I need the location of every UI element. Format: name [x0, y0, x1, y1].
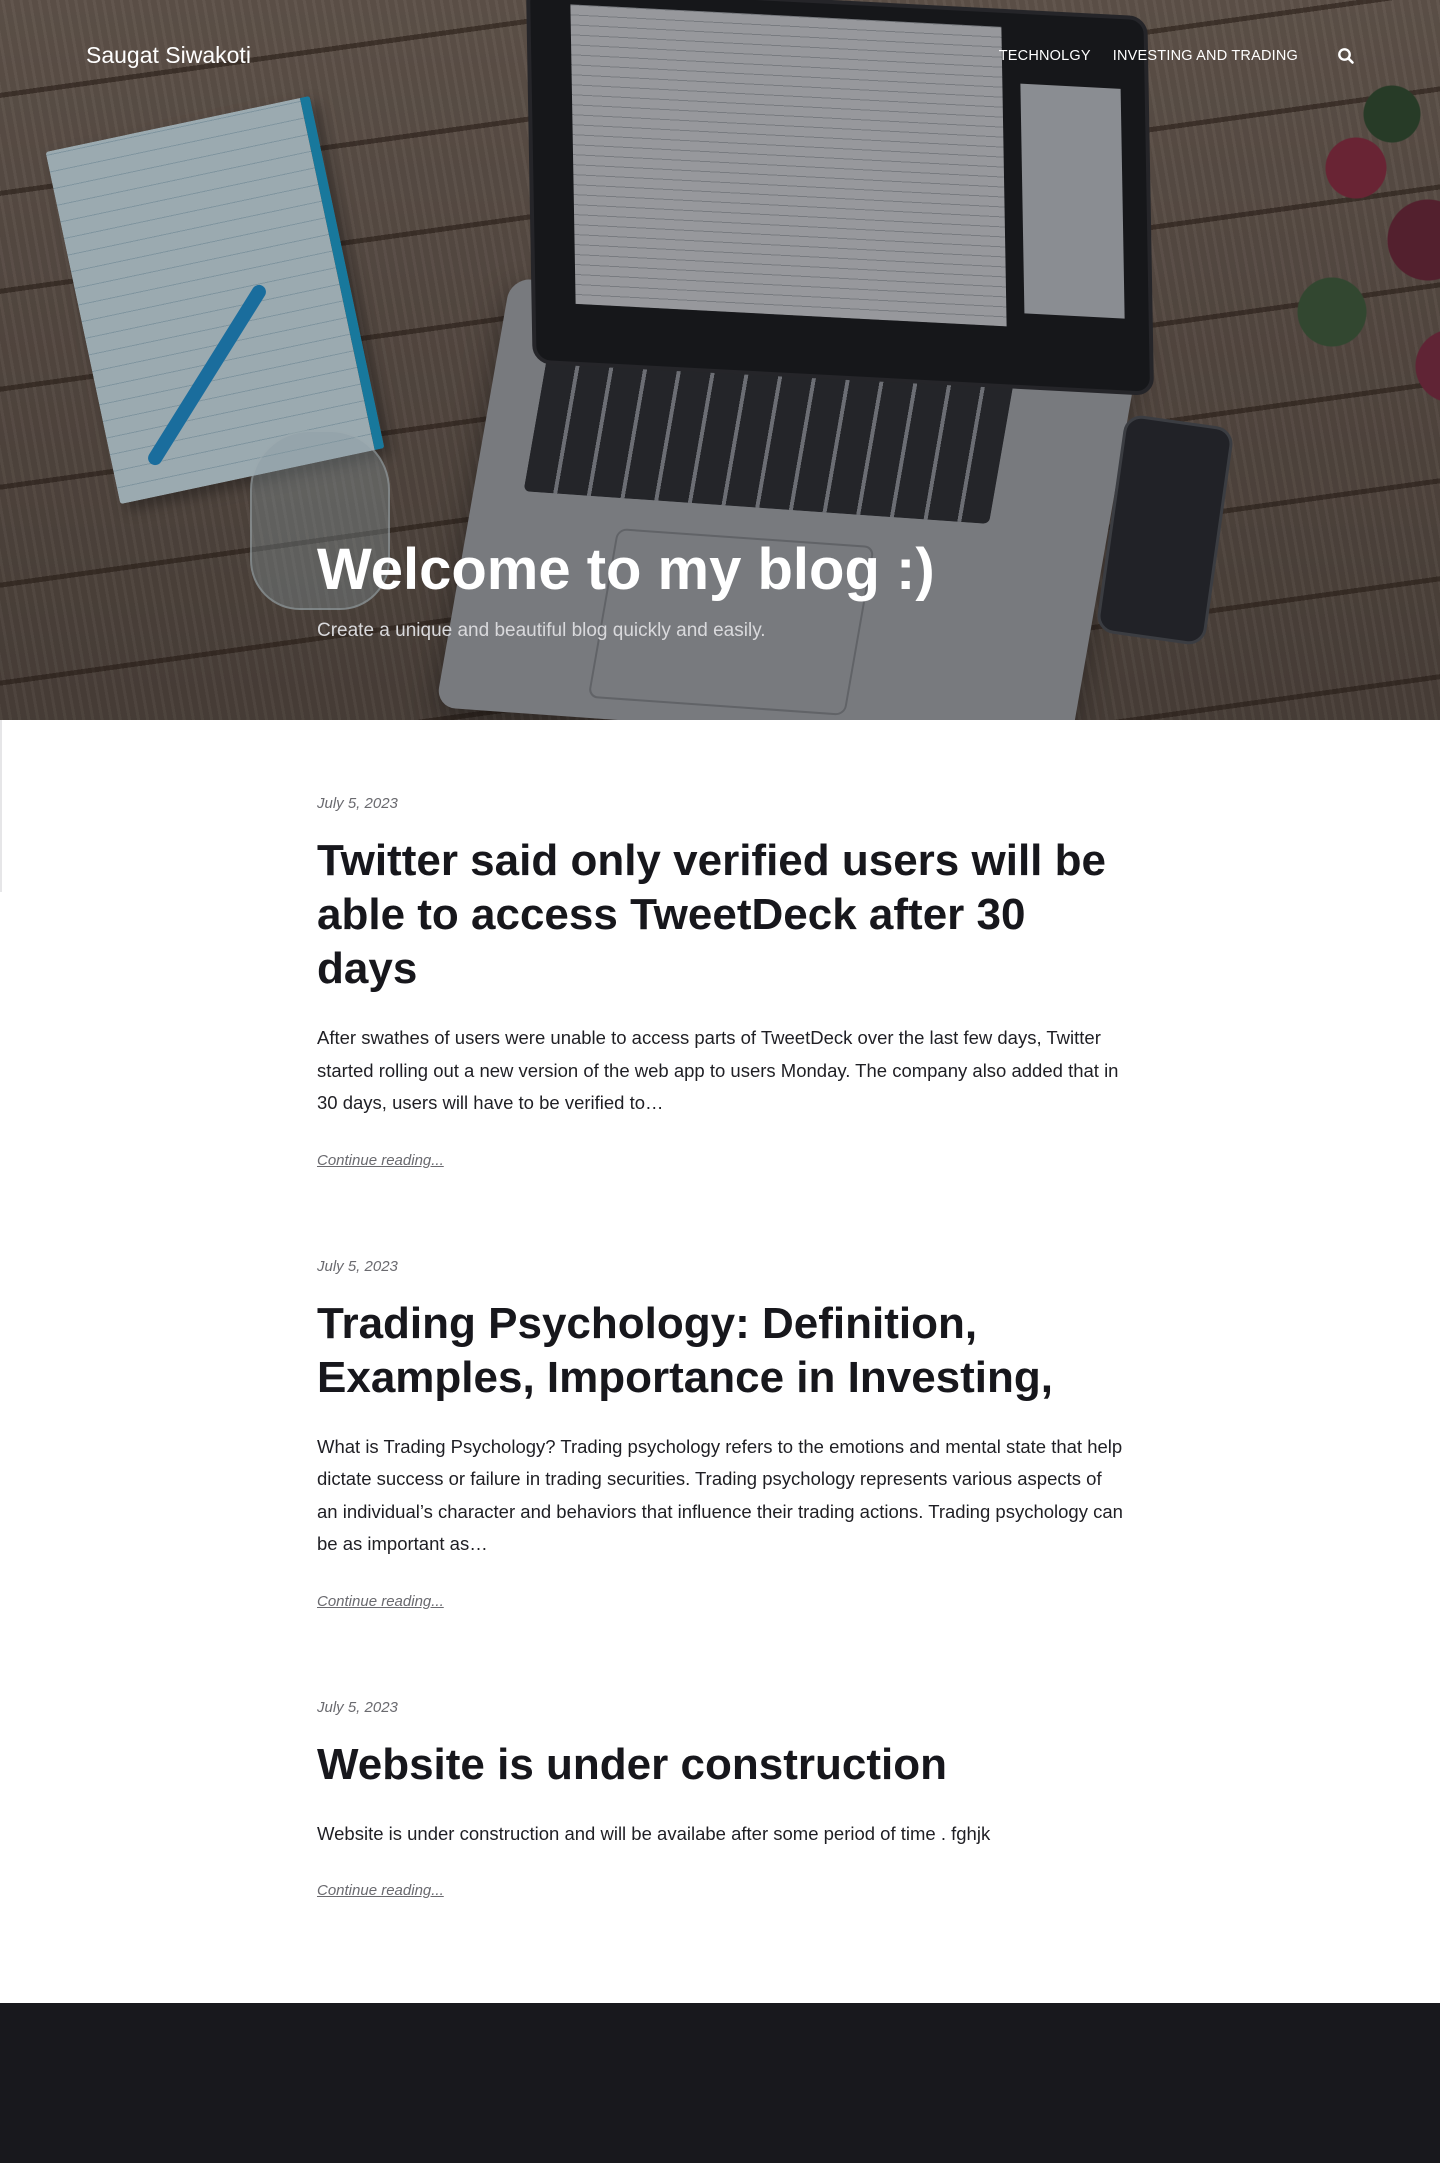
- post-date: July 5, 2023: [317, 1698, 398, 1716]
- post-title-link[interactable]: Twitter said only verified users will be…: [317, 834, 1127, 996]
- continue-reading-link[interactable]: Continue reading...: [317, 1882, 444, 1899]
- post-item: July 5, 2023 Trading Psychology: Definit…: [317, 1258, 1127, 1611]
- continue-reading-link[interactable]: Continue reading...: [317, 1593, 444, 1610]
- post-excerpt: After swathes of users were unable to ac…: [317, 1027, 1119, 1113]
- divider: [0, 720, 2, 892]
- post-title-link[interactable]: Website is under construction: [317, 1738, 1127, 1792]
- hero-title: Welcome to my blog :): [317, 537, 935, 602]
- main-nav: TECHNOLGY INVESTING AND TRADING: [999, 48, 1298, 64]
- post-item: July 5, 2023 Website is under constructi…: [317, 1699, 1127, 1901]
- post-date: July 5, 2023: [317, 1257, 398, 1275]
- site-title-link[interactable]: Saugat Siwakoti: [86, 42, 251, 69]
- site-footer: [0, 2003, 1440, 2163]
- hero-overlay: [0, 0, 1440, 720]
- post-excerpt: What is Trading Psychology? Trading psyc…: [317, 1435, 1123, 1555]
- continue-reading-link[interactable]: Continue reading...: [317, 1152, 444, 1169]
- nav-item-technolgy[interactable]: TECHNOLGY: [999, 48, 1091, 64]
- post-date: July 5, 2023: [317, 795, 398, 812]
- post-list: July 5, 2023 Twitter said only verified …: [317, 795, 1127, 1988]
- nav-item-investing-and-trading[interactable]: INVESTING AND TRADING: [1113, 48, 1298, 64]
- post-excerpt: Website is under construction and will b…: [317, 1822, 991, 1844]
- search-icon-svg: [1338, 48, 1354, 64]
- search-icon[interactable]: [1336, 46, 1356, 66]
- hero-subtitle: Create a unique and beautiful blog quick…: [317, 620, 766, 641]
- post-item: July 5, 2023 Twitter said only verified …: [317, 795, 1127, 1170]
- post-title-link[interactable]: Trading Psychology: Definition, Examples…: [317, 1297, 1127, 1405]
- hero-banner: Saugat Siwakoti TECHNOLGY INVESTING AND …: [0, 0, 1440, 720]
